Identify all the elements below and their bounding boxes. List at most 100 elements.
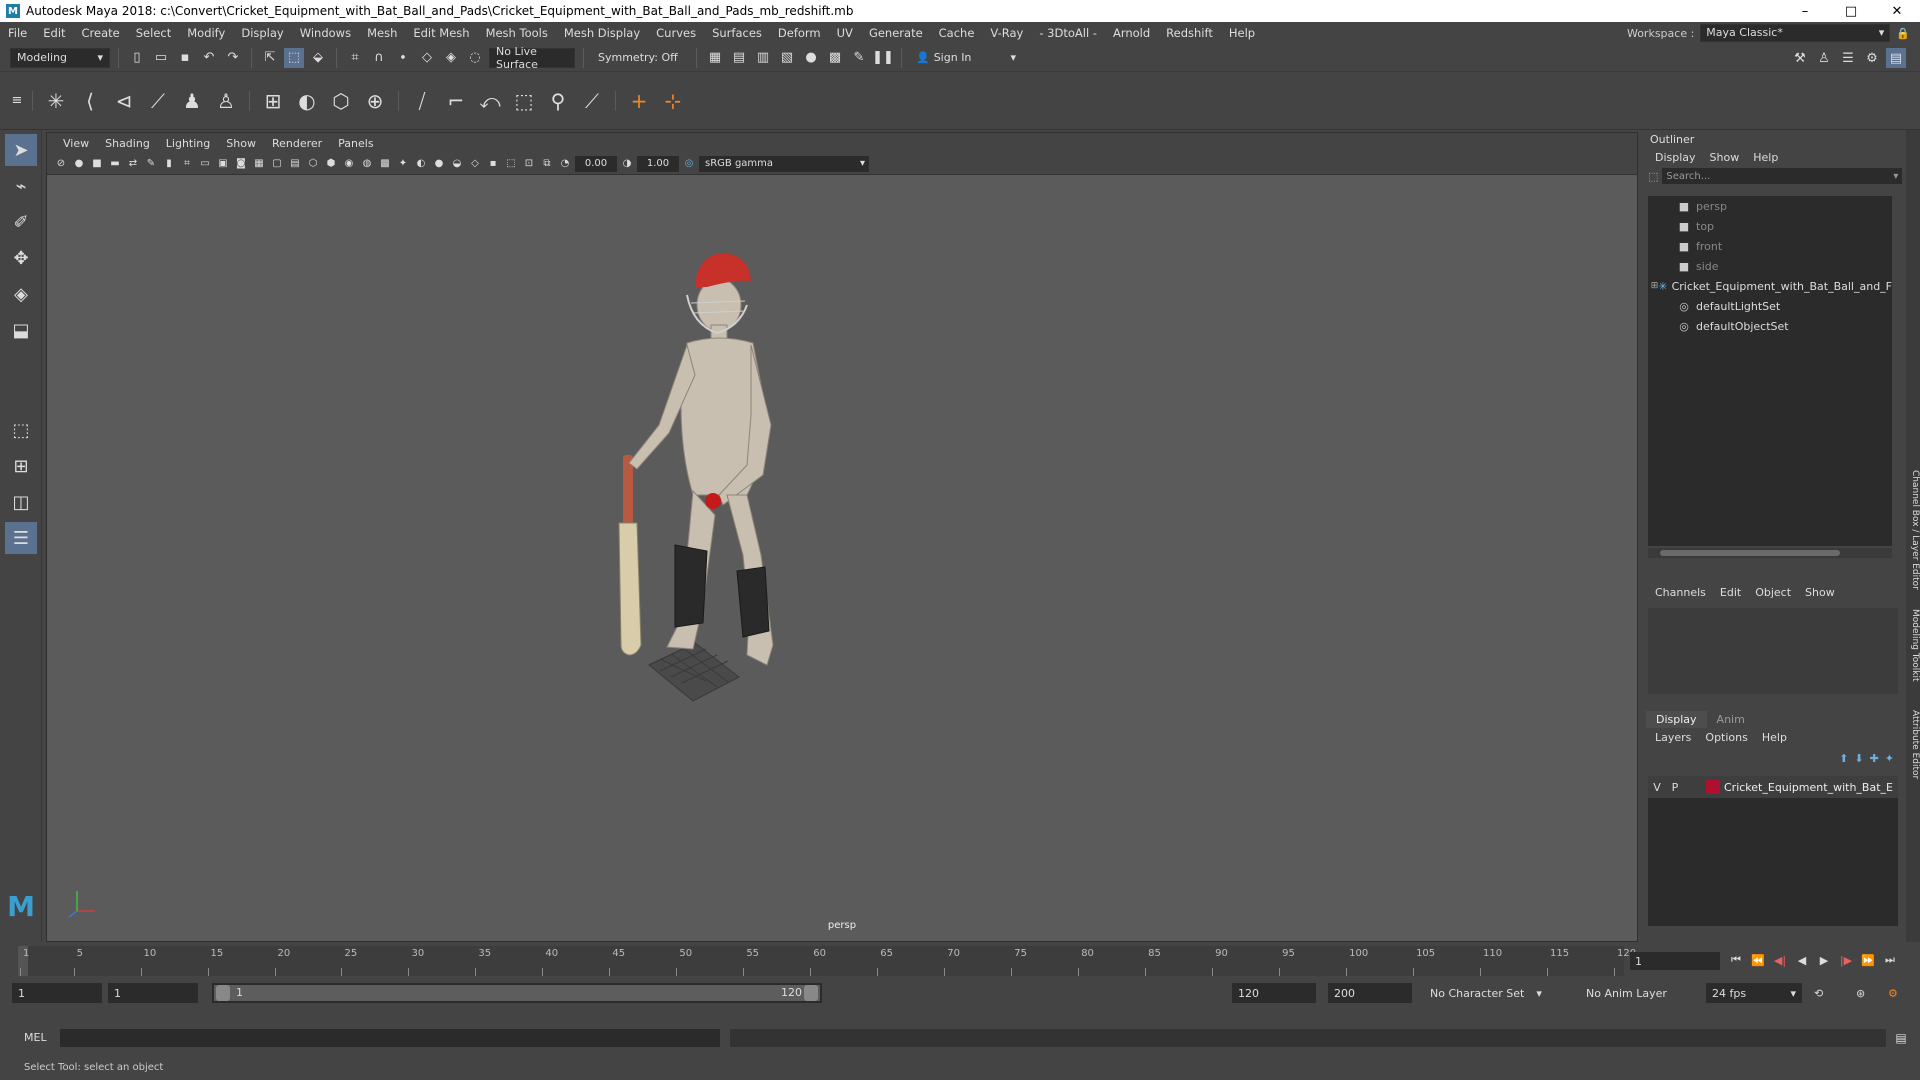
render-settings-icon[interactable]: ▧	[777, 48, 797, 68]
save-scene-icon[interactable]: ▪	[175, 48, 195, 68]
outliner-menu-show[interactable]: Show	[1703, 151, 1747, 164]
gate-mask-icon[interactable]: ◙	[233, 156, 249, 172]
menu-mesh-tools[interactable]: Mesh Tools	[478, 26, 556, 40]
wrap-icon[interactable]: ⌐	[441, 85, 471, 117]
menu-mesh-display[interactable]: Mesh Display	[556, 26, 648, 40]
menu-3dtoall[interactable]: - 3DtoAll -	[1031, 26, 1105, 40]
range-end-handle[interactable]	[804, 985, 818, 1001]
play-backward-icon[interactable]: ◀	[1792, 950, 1812, 970]
outliner-menu-display[interactable]: Display	[1648, 151, 1703, 164]
snap-view-plane-icon[interactable]: ◇	[417, 48, 437, 68]
range-slider-bar[interactable]: 1 120	[212, 983, 822, 1003]
snap-point-icon[interactable]: ∙	[393, 48, 413, 68]
wireframe-on-shaded-icon[interactable]: ◉	[341, 156, 357, 172]
go-to-end-icon[interactable]: ⏭	[1880, 950, 1900, 970]
outliner-horizontal-scrollbar[interactable]	[1648, 548, 1892, 558]
undo-icon[interactable]: ↶	[199, 48, 219, 68]
menu-edit-mesh[interactable]: Edit Mesh	[405, 26, 477, 40]
bookmark-2-icon[interactable]: ▮	[161, 156, 177, 172]
workspace-dropdown[interactable]: Maya Classic* ▾	[1700, 24, 1891, 42]
menu-deform[interactable]: Deform	[770, 26, 829, 40]
textured-icon[interactable]: ◍	[359, 156, 375, 172]
ambient-occlusion-icon[interactable]: ●	[431, 156, 447, 172]
redo-icon[interactable]: ↷	[223, 48, 243, 68]
xray-joints-icon[interactable]: ⊡	[521, 156, 537, 172]
fps-dropdown[interactable]: 24 fps ▾	[1706, 983, 1802, 1003]
pause-icon[interactable]: ❚❚	[872, 48, 894, 68]
paint-weights-icon[interactable]: ◐	[292, 85, 322, 117]
viewport-canvas[interactable]: persp	[47, 175, 1637, 941]
tab-anim[interactable]: Anim	[1707, 711, 1755, 728]
lattice-icon[interactable]: ⊕	[360, 85, 390, 117]
bookmark-icon[interactable]: ■	[89, 156, 105, 172]
anti-aliasing-icon[interactable]: ◇	[467, 156, 483, 172]
grease-pencil-icon[interactable]: ✎	[143, 156, 159, 172]
outliner-item-cricket-group[interactable]: ⊞ ✳ Cricket_Equipment_with_Bat_Ball_and_…	[1648, 276, 1892, 296]
render-frame-icon[interactable]: ▤	[729, 48, 749, 68]
channel-box-body[interactable]	[1648, 608, 1898, 694]
isolate-select-icon[interactable]: ⬚	[503, 156, 519, 172]
select-by-component-icon[interactable]: ⬙	[308, 48, 328, 68]
viewport-menu-renderer[interactable]: Renderer	[264, 137, 330, 150]
two-d-pan-zoom-icon[interactable]: ⇄	[125, 156, 141, 172]
minimize-button[interactable]: –	[1782, 0, 1828, 22]
sign-in-dropdown[interactable]: 👤 Sign In ▾	[910, 47, 1022, 68]
viewport-menu-lighting[interactable]: Lighting	[158, 137, 218, 150]
current-frame-field[interactable]: 1	[1630, 952, 1720, 970]
open-scene-icon[interactable]: ▭	[151, 48, 171, 68]
gamma-field[interactable]: 1.00	[637, 155, 679, 172]
light-editor-icon[interactable]: ✎	[849, 48, 869, 68]
motion-blur-icon[interactable]: ◒	[449, 156, 465, 172]
menu-redshift[interactable]: Redshift	[1158, 26, 1221, 40]
xray-active-icon[interactable]: ⧉	[539, 156, 555, 172]
close-button[interactable]: ✕	[1874, 0, 1920, 22]
character-set-dropdown[interactable]: No Character Set ▾	[1430, 983, 1580, 1003]
single-perspective-layout-icon[interactable]: ⬚	[5, 414, 37, 446]
menu-display[interactable]: Display	[233, 26, 291, 40]
new-empty-layer-icon[interactable]: ✚	[1870, 752, 1879, 765]
wire-icon[interactable]: ⤺	[475, 85, 505, 117]
move-tool-icon[interactable]: ✥	[5, 242, 37, 274]
exposure-icon[interactable]: ◔	[557, 156, 573, 172]
channel-box-toggle-icon[interactable]: ▤	[1886, 48, 1906, 68]
create-ik-handle-icon[interactable]: ⟋	[143, 85, 173, 117]
outliner-item-side[interactable]: ■ side	[1648, 256, 1892, 276]
layer-menu-layers[interactable]: Layers	[1648, 731, 1698, 744]
create-ik-icon[interactable]: ⟨	[75, 85, 105, 117]
grid-icon[interactable]: ⌗	[179, 156, 195, 172]
layer-visibility-toggle[interactable]: V	[1648, 781, 1666, 794]
menu-mesh[interactable]: Mesh	[359, 26, 405, 40]
make-live-icon[interactable]: ◈	[441, 48, 461, 68]
snap-curve-icon[interactable]: ∩	[369, 48, 389, 68]
scale-tool-icon[interactable]: ⬓	[5, 314, 37, 346]
sculpt-icon[interactable]: ⬚	[509, 85, 539, 117]
shelf-menu-icon[interactable]: ≡	[10, 91, 24, 111]
command-input[interactable]	[60, 1029, 720, 1047]
cluster-icon[interactable]: ⬡	[326, 85, 356, 117]
maximize-button[interactable]: □	[1828, 0, 1874, 22]
outliner-item-top[interactable]: ■ top	[1648, 216, 1892, 236]
nonlinear-icon[interactable]: ⟋	[577, 85, 607, 117]
menu-help[interactable]: Help	[1221, 26, 1263, 40]
wireframe-icon[interactable]: ⬡	[305, 156, 321, 172]
rotate-tool-icon[interactable]: ◈	[5, 278, 37, 310]
tab-display[interactable]: Display	[1646, 711, 1707, 728]
hypershade-icon[interactable]: ●	[801, 48, 821, 68]
constraint-point-icon[interactable]: +	[624, 85, 654, 117]
step-forward-frame-icon[interactable]: |▶	[1836, 950, 1856, 970]
menu-generate[interactable]: Generate	[861, 26, 931, 40]
menu-vray[interactable]: V-Ray	[982, 26, 1031, 40]
attribute-editor-toggle-icon[interactable]: ☰	[1838, 48, 1858, 68]
select-tool-icon[interactable]: ➤	[5, 134, 37, 166]
field-chart-icon[interactable]: ▦	[251, 156, 267, 172]
go-to-start-icon[interactable]: ⏮	[1726, 950, 1746, 970]
menu-file[interactable]: File	[0, 26, 35, 40]
animation-preferences-icon[interactable]: ⚙	[1888, 983, 1908, 1003]
menu-windows[interactable]: Windows	[292, 26, 359, 40]
constraint-aim-icon[interactable]: ⊹	[658, 85, 688, 117]
channel-box-menu-object[interactable]: Object	[1748, 586, 1798, 599]
side-tab-attribute-editor[interactable]: Attribute Editor	[1906, 700, 1920, 790]
menu-arnold[interactable]: Arnold	[1105, 26, 1158, 40]
shadows-icon[interactable]: ◐	[413, 156, 429, 172]
menu-edit[interactable]: Edit	[35, 26, 73, 40]
